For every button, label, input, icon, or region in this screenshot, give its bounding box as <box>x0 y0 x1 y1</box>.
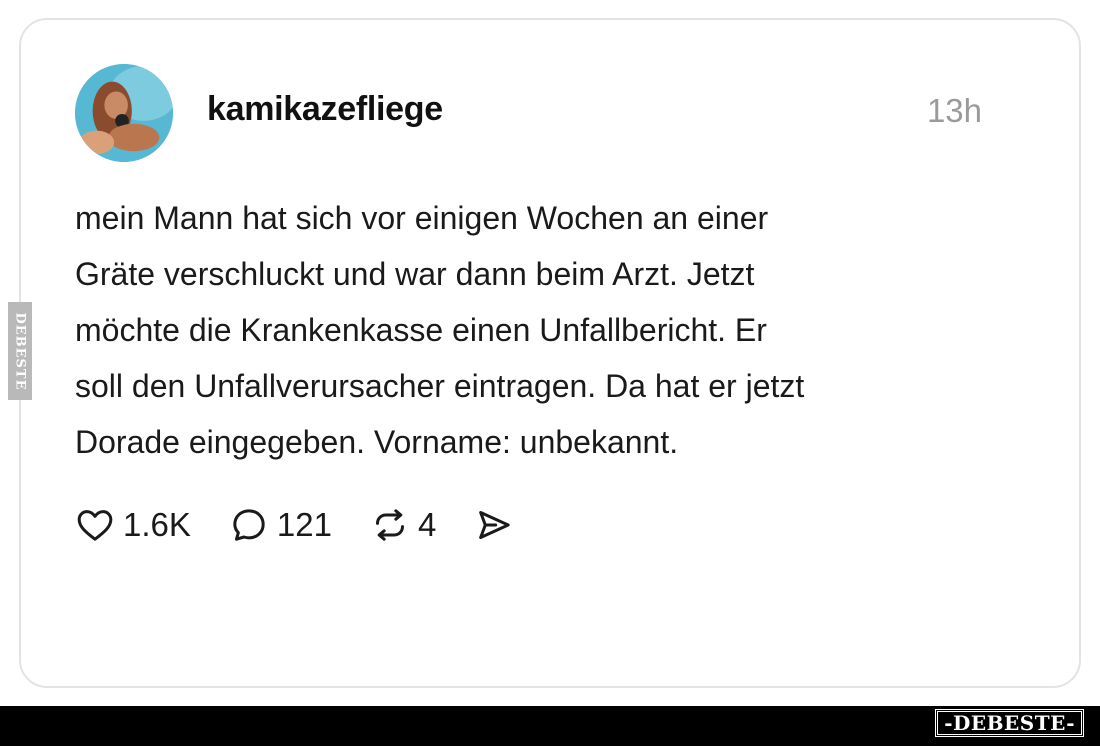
share-icon <box>479 511 510 539</box>
username[interactable]: kamikazefliege <box>207 90 443 129</box>
heart-icon <box>77 510 113 541</box>
comment-count: 121 <box>276 506 332 543</box>
page: kamikazefliege 13h mein Mann hat sich vo… <box>0 0 1100 746</box>
side-watermark: DEBESTE <box>8 302 32 400</box>
repost-icon <box>375 509 404 541</box>
action-bar: 1.6K 121 4 <box>75 500 552 550</box>
post-text-line: soll den Unfallverursacher eintragen. Da… <box>75 368 805 404</box>
avatar-image <box>75 64 173 162</box>
post-timestamp: 13h <box>926 92 982 129</box>
post-text-line: Dorade eingegeben. Vorname: unbekannt. <box>75 424 679 460</box>
watermark-logo: -DEBESTE- <box>935 709 1084 737</box>
repost-button[interactable]: 4 <box>370 505 436 545</box>
post-text-line: Gräte verschluckt und war dann beim Arzt… <box>75 256 755 292</box>
like-button[interactable]: 1.6K <box>75 505 191 545</box>
repost-count: 4 <box>417 506 437 543</box>
comment-icon <box>233 509 265 541</box>
like-count: 1.6K <box>123 506 191 543</box>
post-text-line: möchte die Krankenkasse einen Unfallberi… <box>75 312 767 348</box>
avatar[interactable] <box>75 64 173 162</box>
post-text: mein Mann hat sich vor einigen Wochen an… <box>75 190 1015 470</box>
comment-button[interactable]: 121 <box>229 505 332 545</box>
share-button[interactable] <box>474 505 514 545</box>
side-watermark-text: DEBESTE <box>12 311 28 391</box>
post-text-line: mein Mann hat sich vor einigen Wochen an… <box>75 200 769 236</box>
